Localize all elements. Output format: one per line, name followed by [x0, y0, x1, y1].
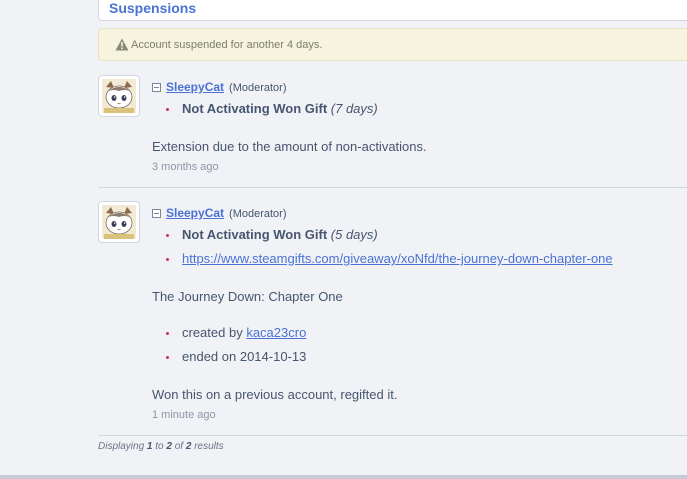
duration-text: (7 days) — [330, 101, 378, 116]
avatar[interactable] — [98, 75, 140, 117]
footer-prefix: Displaying — [98, 441, 145, 452]
footer-from: 1 — [146, 441, 153, 452]
giveaway-details-list: created by kaca23cro ended on 2014-10-13 — [166, 321, 306, 369]
footer-to-label: to — [155, 441, 164, 452]
reason-list: Not Activating Won Gift (5 days) https:/… — [166, 223, 613, 271]
ended-on-text: ended on 2014-10-13 — [182, 349, 307, 364]
footer-total: 2 — [185, 441, 192, 452]
role-label: (Moderator) — [229, 208, 287, 220]
footer-to: 2 — [166, 441, 172, 452]
footer-of-label: of — [174, 441, 184, 452]
suspension-entry: SleepyCat (Moderator) Not Activating Won … — [98, 201, 687, 426]
collapse-icon[interactable] — [152, 83, 161, 92]
list-item: Not Activating Won Gift (5 days) — [166, 223, 613, 247]
comment-text: Won this on a previous account, regifted… — [152, 387, 398, 402]
pagination-summary: Displaying 1 to 2 of 2 results — [98, 441, 224, 452]
list-item: https://www.steamgifts.com/giveaway/xoNf… — [166, 247, 613, 271]
reason-list: Not Activating Won Gift (7 days) — [166, 97, 378, 121]
timestamp: 1 minute ago — [152, 409, 216, 421]
section-header: Suspensions — [98, 0, 687, 21]
cat-avatar-icon — [102, 79, 136, 113]
reason-text: Not Activating Won Gift — [182, 227, 328, 242]
list-item: created by kaca23cro — [166, 321, 306, 345]
creator-username-link[interactable]: kaca23cro — [246, 325, 306, 340]
entry-meta: SleepyCat (Moderator) — [152, 206, 287, 220]
giveaway-link[interactable]: https://www.steamgifts.com/giveaway/xoNf… — [182, 251, 613, 266]
warning-icon — [115, 38, 129, 51]
list-item: ended on 2014-10-13 — [166, 345, 306, 369]
cat-avatar-icon — [102, 205, 136, 239]
entry-meta: SleepyCat (Moderator) — [152, 80, 287, 94]
duration-text: (5 days) — [330, 227, 378, 242]
moderator-username-link[interactable]: SleepyCat — [166, 206, 224, 220]
section-title: Suspensions — [109, 0, 197, 16]
avatar[interactable] — [98, 201, 140, 243]
role-label: (Moderator) — [229, 82, 287, 94]
game-title: The Journey Down: Chapter One — [152, 289, 343, 304]
divider — [98, 435, 687, 436]
comment-text: Extension due to the amount of non-activ… — [152, 139, 427, 154]
collapse-icon[interactable] — [152, 209, 161, 218]
suspension-notice: Account suspended for another 4 days. — [98, 28, 687, 61]
divider — [98, 187, 687, 188]
notice-text: Account suspended for another 4 days. — [131, 39, 323, 51]
created-by-label: created by — [182, 325, 243, 340]
timestamp: 3 months ago — [152, 161, 219, 173]
moderator-username-link[interactable]: SleepyCat — [166, 80, 224, 94]
footer-suffix: results — [194, 441, 224, 452]
reason-text: Not Activating Won Gift — [182, 101, 328, 116]
bottom-border — [0, 475, 687, 479]
list-item: Not Activating Won Gift (7 days) — [166, 97, 378, 121]
suspension-entry: SleepyCat (Moderator) Not Activating Won … — [98, 75, 687, 175]
